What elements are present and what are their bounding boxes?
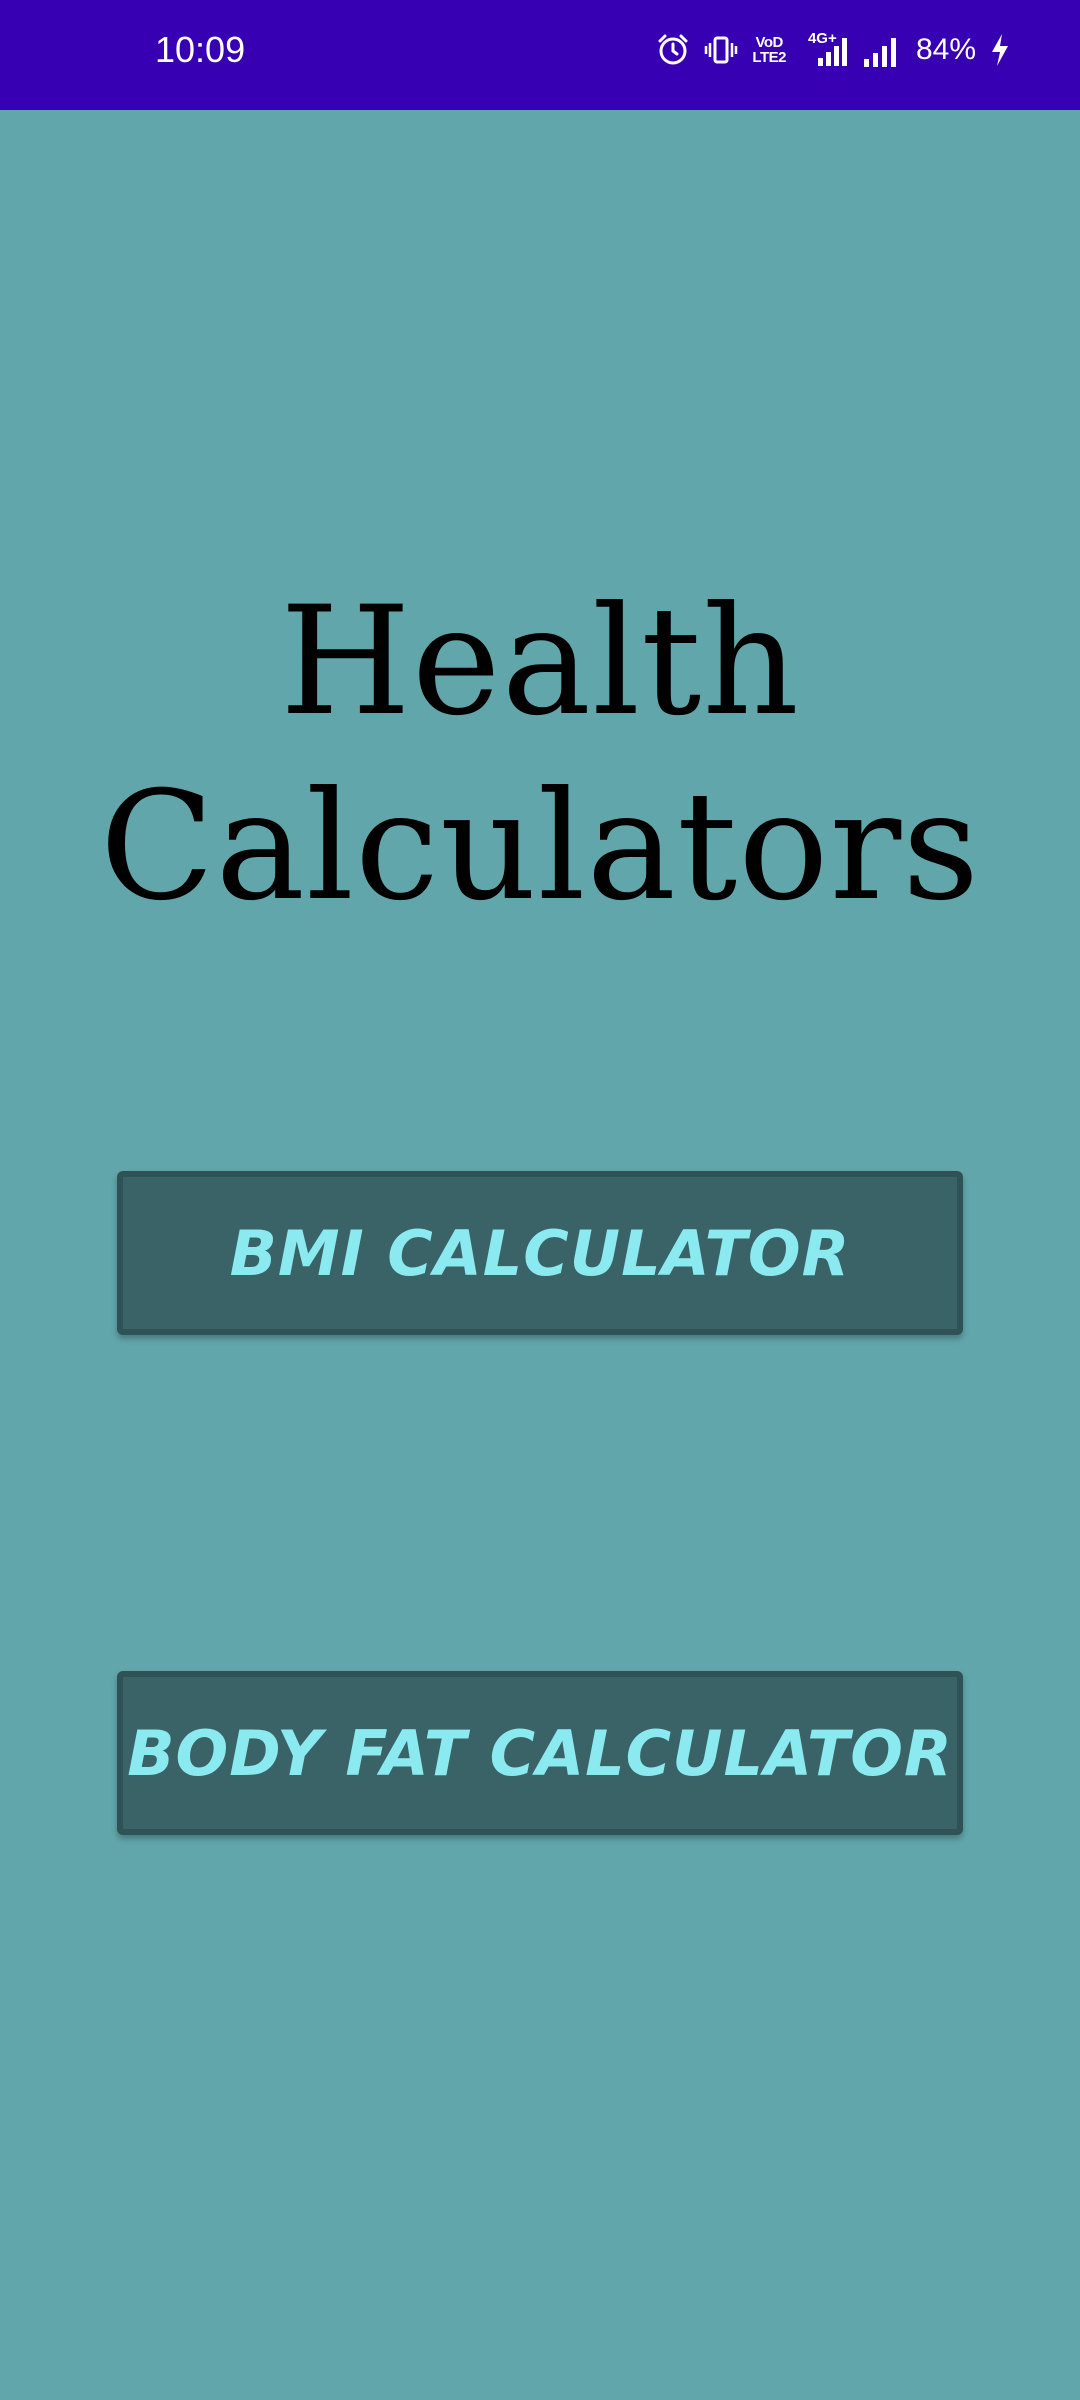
title-line-2: Calculators [99, 760, 981, 934]
alarm-icon [658, 34, 688, 65]
app-screen: Health Calculators BMI CALCULATOR BODY F… [0, 110, 1080, 2400]
signal-icon [863, 38, 896, 67]
4g-signal-icon: 4G+ [800, 30, 848, 68]
volte-top-label: VoD [755, 34, 783, 51]
title-line-1: Health [280, 575, 800, 749]
status-icons: VoD LTE2 4G+ 84% [656, 28, 1010, 72]
volte-icon: VoD LTE2 [752, 35, 786, 65]
vibrate-icon [705, 36, 738, 64]
page-title: Health Calculators [0, 570, 1080, 940]
status-bar: 10:09 VoD LTE2 4G+ 84% [0, 0, 1080, 110]
battery-percentage: 84% [915, 33, 976, 66]
status-time: 10:09 [155, 29, 246, 70]
volte-bottom-label: LTE2 [752, 49, 786, 66]
body-fat-calculator-button[interactable]: BODY FAT CALCULATOR [117, 1671, 963, 1835]
bmi-calculator-button[interactable]: BMI CALCULATOR [117, 1171, 963, 1335]
charging-icon [992, 34, 1008, 66]
